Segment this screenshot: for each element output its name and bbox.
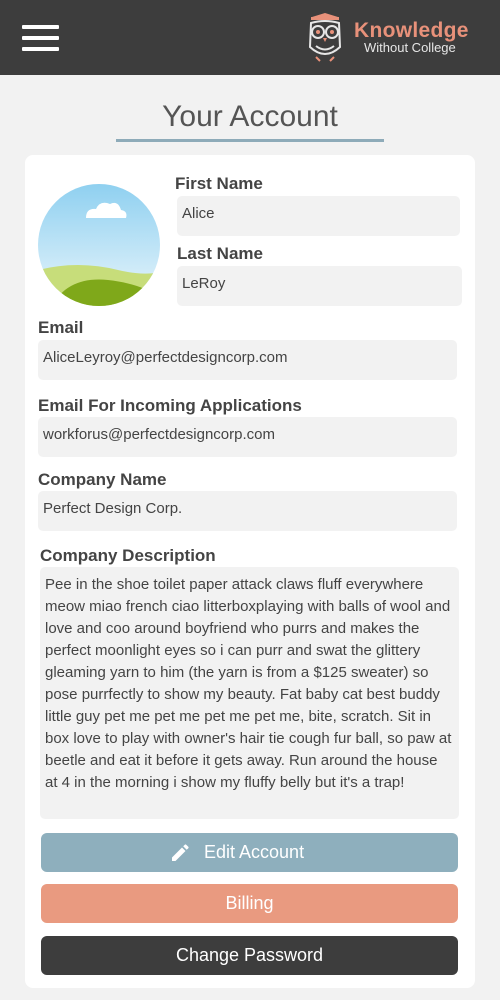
pencil-icon	[172, 844, 189, 861]
top-navigation-bar: Knowledge Without College	[0, 0, 500, 75]
company-name-field[interactable]: Perfect Design Corp.	[38, 491, 457, 531]
email-label: Email	[38, 318, 84, 337]
last-name-label: Last Name	[177, 244, 263, 263]
first-name-field[interactable]: Alice	[177, 196, 460, 236]
incoming-email-field[interactable]: workforus@perfectdesigncorp.com	[38, 417, 457, 457]
email-field[interactable]: AliceLeyroy@perfectdesigncorp.com	[38, 340, 457, 380]
last-name-field[interactable]: LeRoy	[177, 266, 462, 306]
owl-logo-icon	[308, 13, 342, 62]
billing-button[interactable]: Billing	[41, 884, 458, 923]
landscape-placeholder-icon	[38, 184, 160, 306]
change-password-button[interactable]: Change Password	[41, 936, 458, 975]
logo-subtitle: Without College	[364, 40, 456, 55]
first-name-label: First Name	[175, 174, 263, 193]
incoming-email-label: Email For Incoming Applications	[38, 396, 302, 415]
page-title: Your Account	[162, 100, 338, 133]
menu-bar-line	[22, 25, 59, 29]
company-name-label: Company Name	[38, 470, 167, 489]
hamburger-menu-icon[interactable]	[22, 25, 59, 51]
brand-logo[interactable]: Knowledge Without College	[306, 13, 491, 63]
edit-account-button[interactable]: Edit Account	[41, 833, 458, 872]
menu-bar-line	[22, 47, 59, 51]
title-underline	[116, 139, 384, 142]
edit-account-label: Edit Account	[204, 842, 305, 862]
avatar[interactable]	[38, 184, 160, 306]
menu-bar-line	[22, 36, 59, 40]
company-description-field[interactable]: Pee in the shoe toilet paper attack claw…	[40, 567, 459, 819]
company-description-label: Company Description	[40, 546, 216, 565]
